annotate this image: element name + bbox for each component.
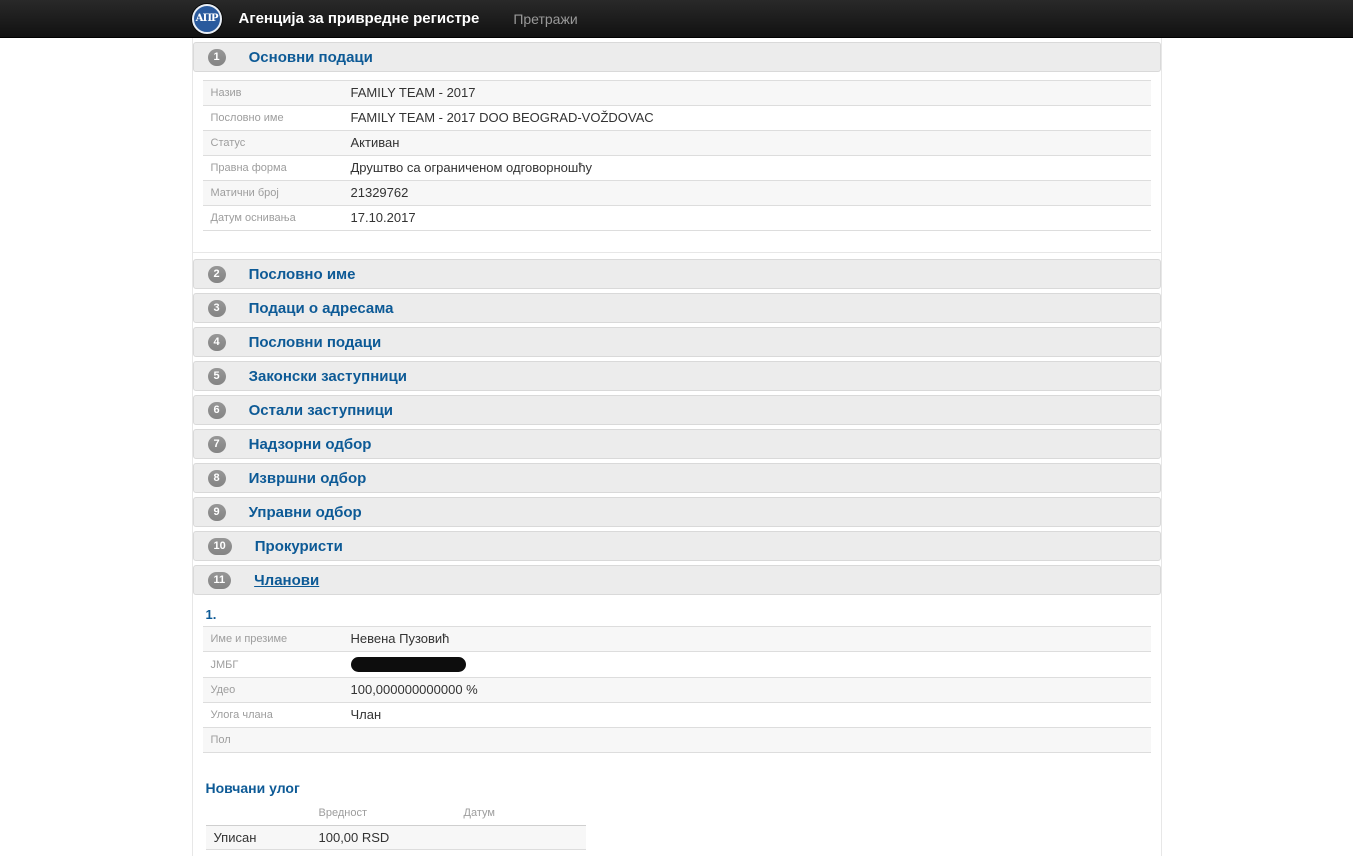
jmbg-redaction-mark xyxy=(351,657,466,672)
field-value: Члан xyxy=(343,703,1151,728)
field-label: Датум оснивања xyxy=(203,206,343,231)
monetary-contribution-table: Вредност Датум Уписан 100,00 RSD Уплаћен… xyxy=(206,802,586,856)
section-title-supervisory-board[interactable]: Надзорни одбор xyxy=(249,436,372,453)
table-header-row: Вредност Датум xyxy=(206,802,586,826)
section-number-badge: 4 xyxy=(208,334,226,351)
section-header-supervisory-board[interactable]: 7 Надзорни одбор xyxy=(193,429,1161,459)
table-row: Уписан 100,00 RSD xyxy=(206,826,586,850)
section-header-management-board[interactable]: 9 Управни одбор xyxy=(193,497,1161,527)
field-value: FAMILY TEAM - 2017 xyxy=(343,81,1151,106)
section-header-members[interactable]: 11 Чланови xyxy=(193,565,1161,595)
field-value: Друштво са ограниченом одговорношћу xyxy=(343,156,1151,181)
field-label: Улога члана xyxy=(203,703,343,728)
table-row: Матични број 21329762 xyxy=(203,181,1151,206)
apr-logo-monogram: АПР xyxy=(195,13,217,24)
row-label: Уписан xyxy=(206,826,311,850)
table-row: Пол xyxy=(203,728,1151,753)
apr-logo-icon[interactable]: АПР xyxy=(192,4,222,34)
table-row: Правна форма Друштво са ограниченом одго… xyxy=(203,156,1151,181)
section-number-badge: 1 xyxy=(208,49,226,66)
field-value: Активан xyxy=(343,131,1151,156)
field-label: Назив xyxy=(203,81,343,106)
date-cell xyxy=(456,826,586,850)
field-value: FAMILY TEAM - 2017 DOO BEOGRAD-VOŽDOVAC xyxy=(343,106,1151,131)
section-title-other-representatives[interactable]: Остали заступници xyxy=(249,402,393,419)
table-row: Име и презиме Невена Пузовић xyxy=(203,627,1151,652)
section-title-basic-info[interactable]: Основни подаци xyxy=(249,49,373,66)
section-header-other-representatives[interactable]: 6 Остали заступници xyxy=(193,395,1161,425)
field-value xyxy=(343,652,1151,678)
navbar-search-link[interactable]: Претражи xyxy=(513,11,577,27)
value-cell: 100,00 RSD xyxy=(311,850,456,856)
section-header-business-data[interactable]: 4 Пословни подаци xyxy=(193,327,1161,357)
section-title-management-board[interactable]: Управни одбор xyxy=(249,504,362,521)
field-label: Име и презиме xyxy=(203,627,343,652)
field-label: Пословно име xyxy=(203,106,343,131)
table-row: Пословно име FAMILY TEAM - 2017 DOO BEOG… xyxy=(203,106,1151,131)
date-cell: 17.10.2017 xyxy=(456,850,586,856)
table-row: Улога члана Члан xyxy=(203,703,1151,728)
field-value: 17.10.2017 xyxy=(343,206,1151,231)
section-header-basic-info[interactable]: 1 Основни подаци xyxy=(193,42,1161,72)
field-label: Матични број xyxy=(203,181,343,206)
section-title-procurators[interactable]: Прокуристи xyxy=(255,538,343,555)
value-cell: 100,00 RSD xyxy=(311,826,456,850)
section-number-badge: 5 xyxy=(208,368,226,385)
section-number-badge: 10 xyxy=(208,538,232,555)
navbar-brand-link[interactable]: Агенција за привредне регистре xyxy=(239,10,480,27)
table-row: Уплаћен 100,00 RSD 17.10.2017 xyxy=(206,850,586,856)
column-header: Вредност xyxy=(311,802,456,826)
field-value: 21329762 xyxy=(343,181,1151,206)
table-row: Удео 100,000000000000 % xyxy=(203,678,1151,703)
column-header xyxy=(206,802,311,826)
section-group-members: 11 Чланови 1. Име и презиме Невена Пузов… xyxy=(193,565,1161,856)
field-value: Невена Пузовић xyxy=(343,627,1151,652)
table-row: Статус Активан xyxy=(203,131,1151,156)
section-header-legal-representatives[interactable]: 5 Законски заступници xyxy=(193,361,1161,391)
section-title-legal-representatives[interactable]: Законски заступници xyxy=(249,368,407,385)
section-title-members[interactable]: Чланови xyxy=(254,572,319,589)
table-row: Датум оснивања 17.10.2017 xyxy=(203,206,1151,231)
section-number-badge: 2 xyxy=(208,266,226,283)
field-label: ЈМБГ xyxy=(203,652,343,678)
section-header-addresses[interactable]: 3 Подаци о адресама xyxy=(193,293,1161,323)
section-divider xyxy=(193,231,1161,253)
monetary-contribution-title: Новчани улог xyxy=(206,780,1151,796)
field-label: Правна форма xyxy=(203,156,343,181)
section-number-badge: 9 xyxy=(208,504,226,521)
section-number-badge: 8 xyxy=(208,470,226,487)
member-info-table: Име и презиме Невена Пузовић ЈМБГ Удео 1… xyxy=(203,626,1151,753)
row-label: Уплаћен xyxy=(206,850,311,856)
table-row: ЈМБГ xyxy=(203,652,1151,678)
section-number-badge: 6 xyxy=(208,402,226,419)
column-header: Датум xyxy=(456,802,586,826)
section-title-business-name[interactable]: Пословно име xyxy=(249,266,356,283)
field-label: Пол xyxy=(203,728,343,753)
section-header-executive-board[interactable]: 8 Извршни одбор xyxy=(193,463,1161,493)
section-group-basic-info: 1 Основни подаци Назив FAMILY TEAM - 201… xyxy=(193,42,1161,253)
section-number-badge: 11 xyxy=(208,572,232,589)
member-ordinal: 1. xyxy=(206,607,1151,622)
section-number-badge: 3 xyxy=(208,300,226,317)
section-header-business-name[interactable]: 2 Пословно име xyxy=(193,259,1161,289)
field-label: Удео xyxy=(203,678,343,703)
main-container: 1 Основни подаци Назив FAMILY TEAM - 201… xyxy=(192,38,1162,856)
basic-info-table: Назив FAMILY TEAM - 2017 Пословно име FA… xyxy=(203,80,1151,231)
field-value xyxy=(343,728,1151,753)
section-title-business-data[interactable]: Пословни подаци xyxy=(249,334,382,351)
top-navbar: АПР Агенција за привредне регистре Претр… xyxy=(0,0,1353,38)
section-number-badge: 7 xyxy=(208,436,226,453)
field-label: Статус xyxy=(203,131,343,156)
navbar-inner: АПР Агенција за привредне регистре Претр… xyxy=(192,0,1162,37)
section-header-procurators[interactable]: 10 Прокуристи xyxy=(193,531,1161,561)
section-title-executive-board[interactable]: Извршни одбор xyxy=(249,470,367,487)
table-row: Назив FAMILY TEAM - 2017 xyxy=(203,81,1151,106)
field-value: 100,000000000000 % xyxy=(343,678,1151,703)
section-title-addresses[interactable]: Подаци о адресама xyxy=(249,300,394,317)
